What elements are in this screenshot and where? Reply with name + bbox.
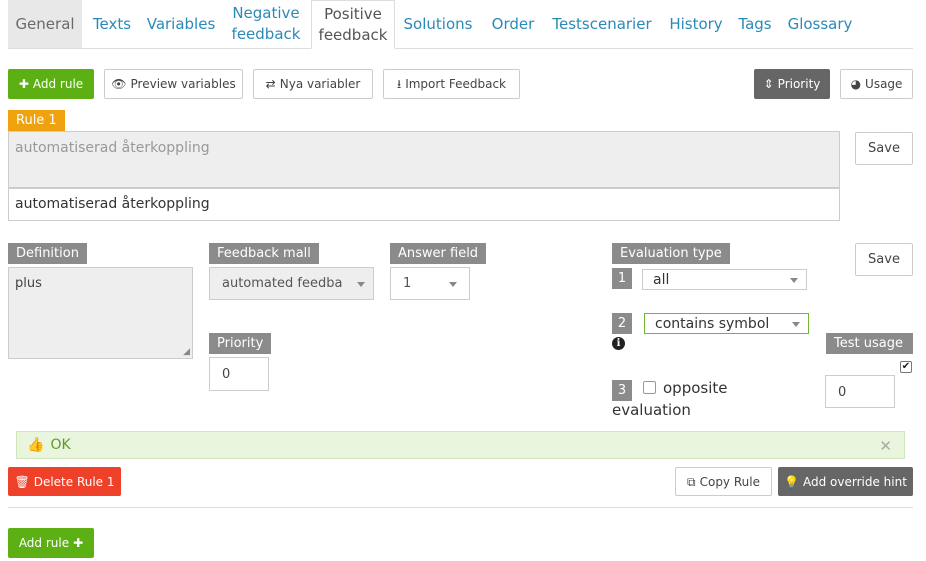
save-evaluation-button[interactable]: Save [855,243,913,276]
tab-label: History [669,14,723,33]
import-feedback-button[interactable]: ⭳ Import Feedback [383,69,520,99]
pie-chart-icon: ◕ [850,77,862,91]
priority-label: Priority [777,77,821,91]
priority-field-label: Priority [209,333,272,354]
eval-1-select[interactable]: all [642,269,807,290]
tab-history[interactable]: History [664,0,728,48]
definition-value: plus [15,276,42,291]
status-text: OK [50,437,71,453]
eval-2-select[interactable]: contains symbol [644,313,809,334]
tab-label: Solutions [403,14,473,33]
answer-field-label: Answer field [390,243,487,264]
info-circle-icon[interactable]: i [612,337,625,350]
eval-step-number: 3 [612,380,632,401]
tab-glossary[interactable]: Glossary [783,0,857,48]
add-rule-label: Add rule [32,77,84,91]
opposite-evaluation-checkbox[interactable] [643,381,656,394]
tab-bar: General Texts Variables Negative feedbac… [8,0,913,49]
feedback-preview: automatiserad återkoppling [8,131,840,188]
preview-variables-label: Preview variables [130,77,236,91]
tab-label: Texts [92,14,132,33]
feedback-mall-value: automated feedba [222,276,343,291]
definition-label: Definition [8,243,87,264]
chevron-down-icon [357,281,365,287]
tab-positive-feedback[interactable]: Positive feedback [311,0,395,49]
tab-label: Order [491,14,535,33]
tab-tags[interactable]: Tags [734,0,776,48]
eye-icon: 👁 [111,77,127,91]
nya-variabler-button[interactable]: ⇄ Nya variabler [253,69,373,99]
preview-variables-button[interactable]: 👁 Preview variables [104,69,243,99]
save-feedback-button[interactable]: Save [855,132,913,165]
sort-icon: ⇕ [763,77,774,91]
delete-rule-button[interactable]: 🗑 Delete Rule 1 [8,467,121,496]
eval-1-value: all [653,271,670,288]
test-usage-label: Test usage [826,333,913,354]
tab-label: Negative [232,4,300,22]
tab-label: General [15,14,75,33]
close-icon[interactable]: ✕ [879,437,892,455]
tab-label: Variables [146,14,216,33]
opposite-label: opposite [663,379,728,397]
retweet-icon: ⇄ [265,77,276,91]
tab-testscenarier[interactable]: Testscenarier [548,0,656,48]
tab-negative-feedback[interactable]: Negative feedback [226,0,306,48]
chevron-down-icon [449,281,457,287]
rule-tag: Rule 1 [8,110,65,131]
delete-rule-label: Delete Rule 1 [33,474,115,489]
tab-label: feedback [318,25,388,44]
download-icon: ⭳ [397,77,402,91]
feedback-text-input[interactable]: automatiserad återkoppling [8,188,840,221]
definition-textarea[interactable]: plus ◢ [8,267,193,359]
resize-handle-icon[interactable]: ◢ [183,347,190,357]
tab-texts[interactable]: Texts [86,0,138,48]
feedback-mall-select[interactable]: automated feedba [209,267,374,300]
priority-input[interactable]: 0 [209,357,269,391]
copy-rule-label: Copy Rule [699,474,760,489]
priority-button[interactable]: ⇕ Priority [754,69,830,99]
tab-variables[interactable]: Variables [142,0,220,48]
nya-variabler-label: Nya variabler [279,77,361,91]
test-usage-checkbox[interactable]: ✔ [900,361,912,373]
add-override-hint-label: Add override hint [803,474,907,489]
chevron-down-icon [792,321,800,327]
copy-icon: ⧉ [687,474,696,489]
test-usage-input[interactable]: 0 [825,375,895,408]
plus-icon: ✚ [73,536,84,550]
copy-rule-button[interactable]: ⧉ Copy Rule [675,467,772,496]
answer-field-select[interactable]: 1 [390,267,470,300]
answer-field-value: 1 [403,276,412,291]
tab-label: Positive [324,4,382,23]
evaluation-label: evaluation [612,401,691,419]
tab-general[interactable]: General [8,0,82,48]
add-override-hint-button[interactable]: 💡 Add override hint [778,467,913,496]
eval-step-number: 2 [612,313,632,334]
plus-icon: ✚ [18,77,29,91]
import-feedback-label: Import Feedback [405,77,506,91]
add-rule-bottom-label: Add rule [18,536,70,550]
feedback-mall-label: Feedback mall [209,243,319,264]
usage-button[interactable]: ◕ Usage [840,69,913,99]
tab-label: Glossary [787,14,853,33]
eval-2-value: contains symbol [655,315,770,332]
divider [8,507,913,508]
tab-label: Testscenarier [552,14,652,33]
tab-order[interactable]: Order [486,0,540,48]
tab-solutions[interactable]: Solutions [400,0,476,48]
add-rule-button[interactable]: ✚ Add rule [8,69,94,99]
chevron-down-icon [790,277,798,283]
trash-icon: 🗑 [14,474,30,489]
usage-label: Usage [865,77,903,91]
eval-step-number: 1 [612,268,632,289]
tab-label: feedback [231,25,301,43]
thumbs-up-icon: 👍 [27,437,45,453]
lightbulb-icon: 💡 [784,474,799,489]
add-rule-bottom-button[interactable]: Add rule ✚ [8,528,94,558]
evaluation-type-label: Evaluation type [612,243,730,264]
tab-label: Tags [738,14,772,33]
status-alert: 👍 OK ✕ [16,431,905,459]
